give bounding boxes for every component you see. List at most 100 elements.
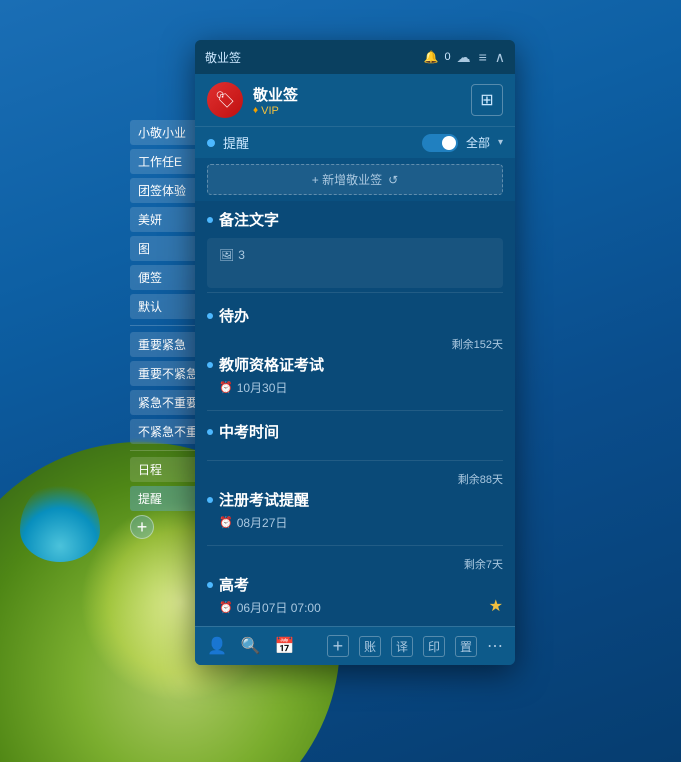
calendar-bottom-button[interactable]: 📅	[275, 636, 295, 656]
todo-item-4-date-text: 06月07日 07:00	[237, 599, 321, 616]
item-dot	[207, 582, 213, 588]
todo-item-3-title-row: 注册考试提醒	[207, 489, 503, 510]
todo-item-1-meta: 剩余152天	[207, 336, 503, 352]
sidebar-item-label: 图	[138, 240, 150, 257]
print-button[interactable]: 印	[423, 636, 445, 657]
todo-item-3-date-text: 08月27日	[237, 514, 288, 531]
sidebar-item-label: 紧急不重要	[138, 394, 198, 411]
group-label-text: 重要紧急	[138, 336, 186, 353]
menu-icon[interactable]: ≡	[479, 50, 487, 64]
dropdown-icon[interactable]: ▾	[498, 137, 503, 148]
app-toolbar: 提醒 全部 ▾	[195, 126, 515, 158]
toolbar-reminder-label: 提醒	[223, 133, 414, 152]
app-logo: 🏷	[207, 82, 243, 118]
sidebar-item-label: 默认	[138, 298, 162, 315]
section-dot	[207, 217, 213, 223]
item-dot	[207, 362, 213, 368]
logo-icon: 🏷	[215, 90, 235, 110]
divider2	[207, 410, 503, 411]
calendar-icon: ⊞	[480, 90, 493, 110]
clock-icon: ⏰	[219, 601, 233, 614]
user-button[interactable]: 👤	[207, 636, 227, 656]
todo-item-1-date-text: 10月30日	[237, 379, 288, 396]
todo-item-1-title-row: 教师资格证考试	[207, 354, 503, 375]
todo-item-3-title: 注册考试提醒	[219, 489, 309, 510]
todo-item-3-meta: 剩余88天	[207, 471, 503, 487]
title-bar-app-name: 敬业签	[205, 49, 418, 66]
todo-item-3-date: ⏰ 08月27日	[207, 514, 503, 531]
minimize-icon[interactable]: ∧	[495, 50, 505, 64]
sidebar-item-label: 小敬小业	[138, 124, 186, 141]
image-count: 3	[238, 248, 245, 262]
add-icon: +	[333, 636, 344, 657]
sidebar-add-button[interactable]: +	[130, 515, 154, 539]
todo-item-2-title: 中考时间	[219, 421, 279, 442]
add-icon: +	[137, 517, 148, 538]
note-section-title: 备注文字	[219, 209, 279, 230]
todo-item-4-date: ⏰ 06月07日 07:00	[207, 599, 503, 616]
sidebar-item-label: 提醒	[138, 490, 162, 507]
todo-item-2[interactable]: 中考时间	[195, 415, 515, 456]
search-button[interactable]: 🔍	[241, 636, 261, 656]
todo-section-title: 待办	[219, 305, 249, 326]
todo-item-2-title-row: 中考时间	[207, 421, 503, 442]
translate-button[interactable]: 译	[391, 636, 413, 657]
notification-count: 0	[444, 51, 450, 63]
refresh-icon: ↺	[388, 173, 398, 187]
toolbar-dot	[207, 139, 215, 147]
todo-item-4-meta: 剩余7天	[207, 556, 503, 572]
toolbar-all-label: 全部	[466, 134, 490, 151]
todo-item-3-remaining: 剩余88天	[458, 471, 503, 487]
todo-item-1[interactable]: 剩余152天 教师资格证考试 ⏰ 10月30日	[195, 330, 515, 406]
account-button[interactable]: 账	[359, 636, 381, 657]
image-icon: 🖼	[219, 248, 234, 262]
todo-item-4[interactable]: 剩余7天 高考 ⏰ 06月07日 07:00 ★	[195, 550, 515, 626]
note-section-header: 备注文字	[195, 201, 515, 234]
table-button[interactable]: 置	[455, 636, 477, 657]
content-area: 备注文字 🖼 3 待办 剩余152天 教师资格证考试 ⏰ 10	[195, 201, 515, 626]
add-new-button[interactable]: + 新增敬业签 ↺	[207, 164, 503, 195]
bottom-add-button[interactable]: +	[327, 635, 349, 657]
todo-item-1-date: ⏰ 10月30日	[207, 379, 503, 396]
clock-icon: ⏰	[219, 381, 233, 394]
todo-item-4-title: 高考	[219, 574, 249, 595]
title-bar: 敬业签 🔔 0 ☁ ≡ ∧	[195, 40, 515, 74]
divider3	[207, 460, 503, 461]
app-title-name: 敬业签	[253, 84, 461, 105]
clock-icon: ⏰	[219, 516, 233, 529]
divider1	[207, 292, 503, 293]
sidebar-item-label: 工作任E	[138, 153, 182, 170]
sidebar-item-label: 便签	[138, 269, 162, 286]
bottom-left-actions: 👤 🔍 📅	[207, 636, 313, 656]
add-new-label: + 新增敬业签	[312, 171, 382, 188]
item-dot	[207, 429, 213, 435]
star-icon[interactable]: ★	[489, 596, 503, 616]
todo-item-1-title: 教师资格证考试	[219, 354, 324, 375]
todo-section-header: 待办	[195, 297, 515, 330]
sidebar-item-label: 团签体验	[138, 182, 186, 199]
app-header: 🏷 敬业签 ♦ VIP ⊞	[195, 74, 515, 126]
note-card[interactable]: 🖼 3	[207, 238, 503, 288]
vip-diamond-icon: ♦	[253, 105, 258, 116]
divider4	[207, 545, 503, 546]
sidebar-item-label: 美妍	[138, 211, 162, 228]
vip-badge: ♦ VIP	[253, 105, 461, 117]
toggle-switch[interactable]	[422, 134, 458, 152]
bottom-right-actions: + 账 译 印 置 ⋯	[327, 635, 503, 657]
calendar-button[interactable]: ⊞	[471, 84, 503, 116]
sidebar-item-label: 重要不紧急	[138, 365, 198, 382]
notification-icon: 🔔	[424, 50, 439, 64]
sidebar-item-label: 日程	[138, 461, 162, 478]
todo-item-3[interactable]: 剩余88天 注册考试提醒 ⏰ 08月27日	[195, 465, 515, 541]
todo-dot	[207, 313, 213, 319]
app-title-block: 敬业签 ♦ VIP	[253, 84, 461, 117]
more-button[interactable]: ⋯	[487, 636, 503, 656]
title-bar-controls: ☁ ≡ ∧	[457, 50, 505, 64]
todo-item-4-remaining: 剩余7天	[464, 556, 503, 572]
cloud-icon[interactable]: ☁	[457, 50, 471, 64]
note-card-footer: 🖼 3	[219, 248, 491, 262]
vip-label: VIP	[261, 105, 279, 117]
app-window: 敬业签 🔔 0 ☁ ≡ ∧ 🏷 敬业签 ♦ VIP ⊞ 提醒 全部 ▾	[195, 40, 515, 665]
item-dot	[207, 497, 213, 503]
todo-item-4-title-row: 高考	[207, 574, 503, 595]
